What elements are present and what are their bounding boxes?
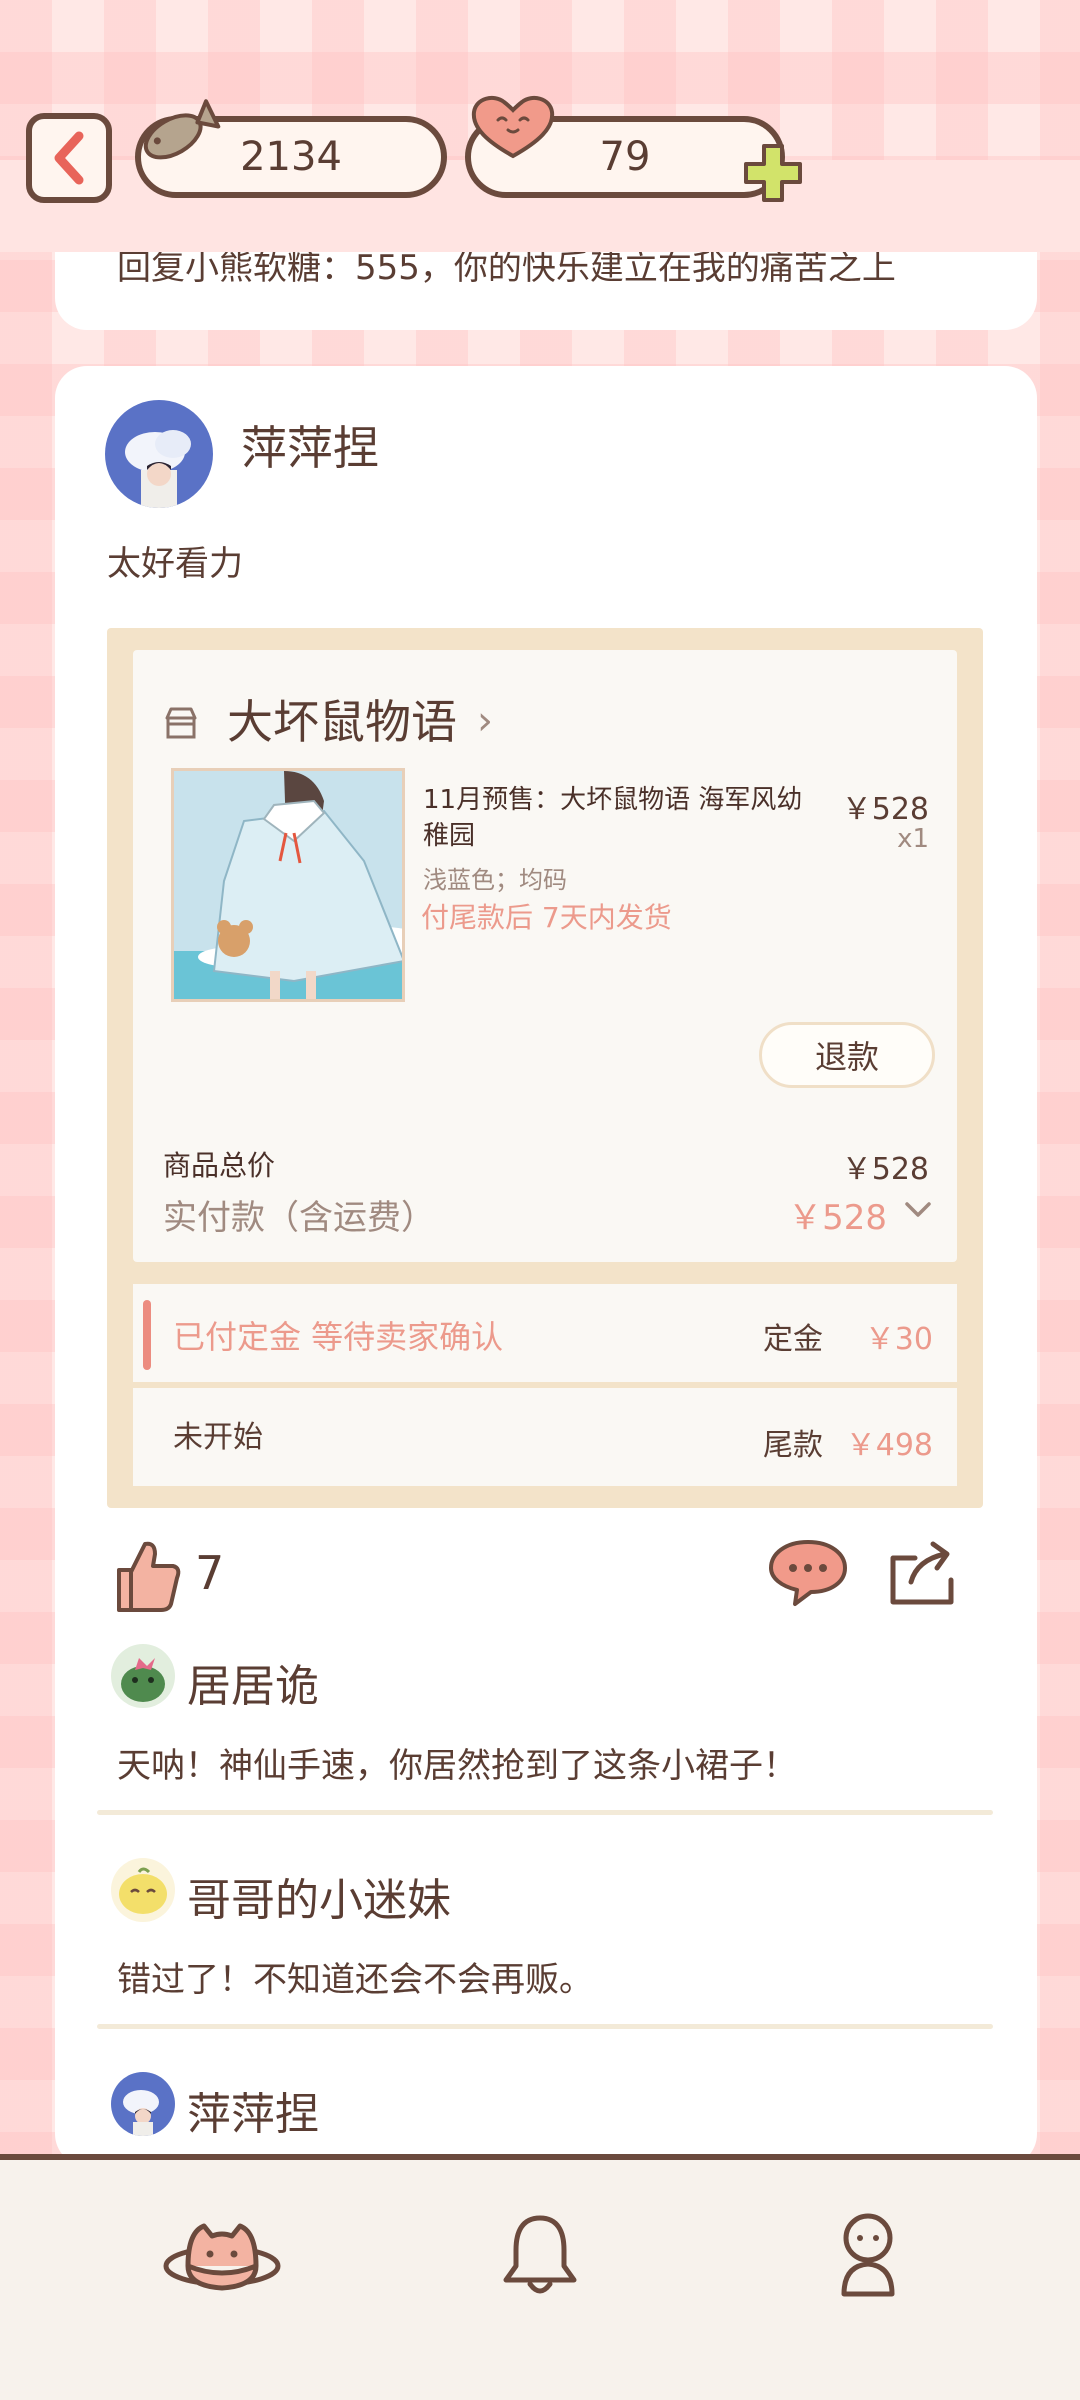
add-hearts-button[interactable]: [740, 140, 806, 206]
deposit-status: 已付定金 等待卖家确认: [173, 1318, 504, 1356]
fish-count: 2134: [240, 134, 342, 180]
divider: [97, 2024, 993, 2029]
author-name[interactable]: 萍萍捏: [241, 412, 379, 478]
paid-value: ￥528: [788, 1198, 887, 1238]
product-title[interactable]: 11月预售：大坏鼠物语 海军风幼稚园: [423, 782, 813, 854]
back-chevron-icon: [54, 131, 84, 185]
product-image[interactable]: [171, 768, 405, 1002]
back-button[interactable]: [26, 113, 112, 203]
post-card: 萍萍捏 太好看力 大坏鼠物语 › 11月预售：大坏鼠物语 海军风幼稚园 ￥528…: [55, 366, 1037, 2166]
commenter-name[interactable]: 哥哥的小迷妹: [187, 1864, 451, 1928]
deposit-stage-row: 已付定金 等待卖家确认 定金 ￥30: [133, 1284, 957, 1382]
fish-icon: [143, 99, 221, 160]
product-price: ￥528: [841, 792, 929, 827]
person-icon[interactable]: [830, 2210, 906, 2300]
comment-text: 错过了！不知道还会不会再贩。: [117, 1960, 593, 2000]
deposit-label: 定金: [763, 1322, 823, 1357]
planet-cat-icon[interactable]: [160, 2210, 284, 2300]
post-text: 太好看力: [107, 544, 243, 584]
like-button[interactable]: [111, 1536, 183, 1616]
subtotal-value: ￥528: [841, 1152, 929, 1187]
active-stage-indicator: [143, 1300, 151, 1370]
balance-label: 尾款: [763, 1428, 823, 1463]
author-avatar[interactable]: [105, 400, 213, 508]
shop-name[interactable]: 大坏鼠物语: [227, 686, 457, 752]
like-count: 7: [195, 1546, 225, 1600]
paid-label: 实付款（含运费）: [163, 1198, 435, 1238]
comment-text: 天呐！神仙手速，你居然抢到了这条小裙子！: [117, 1746, 797, 1786]
commenter-avatar[interactable]: [111, 1644, 175, 1708]
heart-icon: [471, 95, 555, 159]
commenter-name[interactable]: 萍萍捏: [187, 2078, 319, 2142]
balance-amount: ￥498: [845, 1428, 933, 1463]
commenter-avatar[interactable]: [111, 1858, 175, 1922]
commenter-name[interactable]: 居居诡: [187, 1650, 319, 1714]
refund-button[interactable]: 退款: [759, 1022, 935, 1088]
bell-icon[interactable]: [498, 2210, 582, 2300]
expand-chevron-icon[interactable]: [903, 1198, 933, 1222]
order-details: 大坏鼠物语 › 11月预售：大坏鼠物语 海军风幼稚园 ￥528 x1 浅蓝色；均…: [133, 650, 957, 1262]
deposit-amount: ￥30: [864, 1322, 933, 1357]
shop-icon: [165, 707, 197, 739]
share-button[interactable]: [885, 1536, 961, 1610]
commenter-avatar[interactable]: [111, 2072, 175, 2136]
subtotal-label: 商品总价: [163, 1149, 276, 1182]
top-bar: 2134 79: [0, 0, 1080, 240]
shipping-note: 付尾款后 7天内发货: [421, 901, 672, 934]
divider: [97, 1810, 993, 1815]
balance-status: 未开始: [173, 1420, 263, 1455]
comment-button[interactable]: [765, 1536, 851, 1608]
balance-stage-row: 未开始 尾款 ￥498: [133, 1388, 957, 1486]
bottom-nav: [0, 2154, 1080, 2400]
order-card[interactable]: 大坏鼠物语 › 11月预售：大坏鼠物语 海军风幼稚园 ￥528 x1 浅蓝色；均…: [107, 628, 983, 1508]
shop-chevron-icon[interactable]: ›: [477, 698, 493, 744]
heart-count: 79: [599, 134, 651, 180]
product-variant: 浅蓝色；均码: [423, 866, 567, 894]
product-quantity: x1: [897, 824, 929, 854]
